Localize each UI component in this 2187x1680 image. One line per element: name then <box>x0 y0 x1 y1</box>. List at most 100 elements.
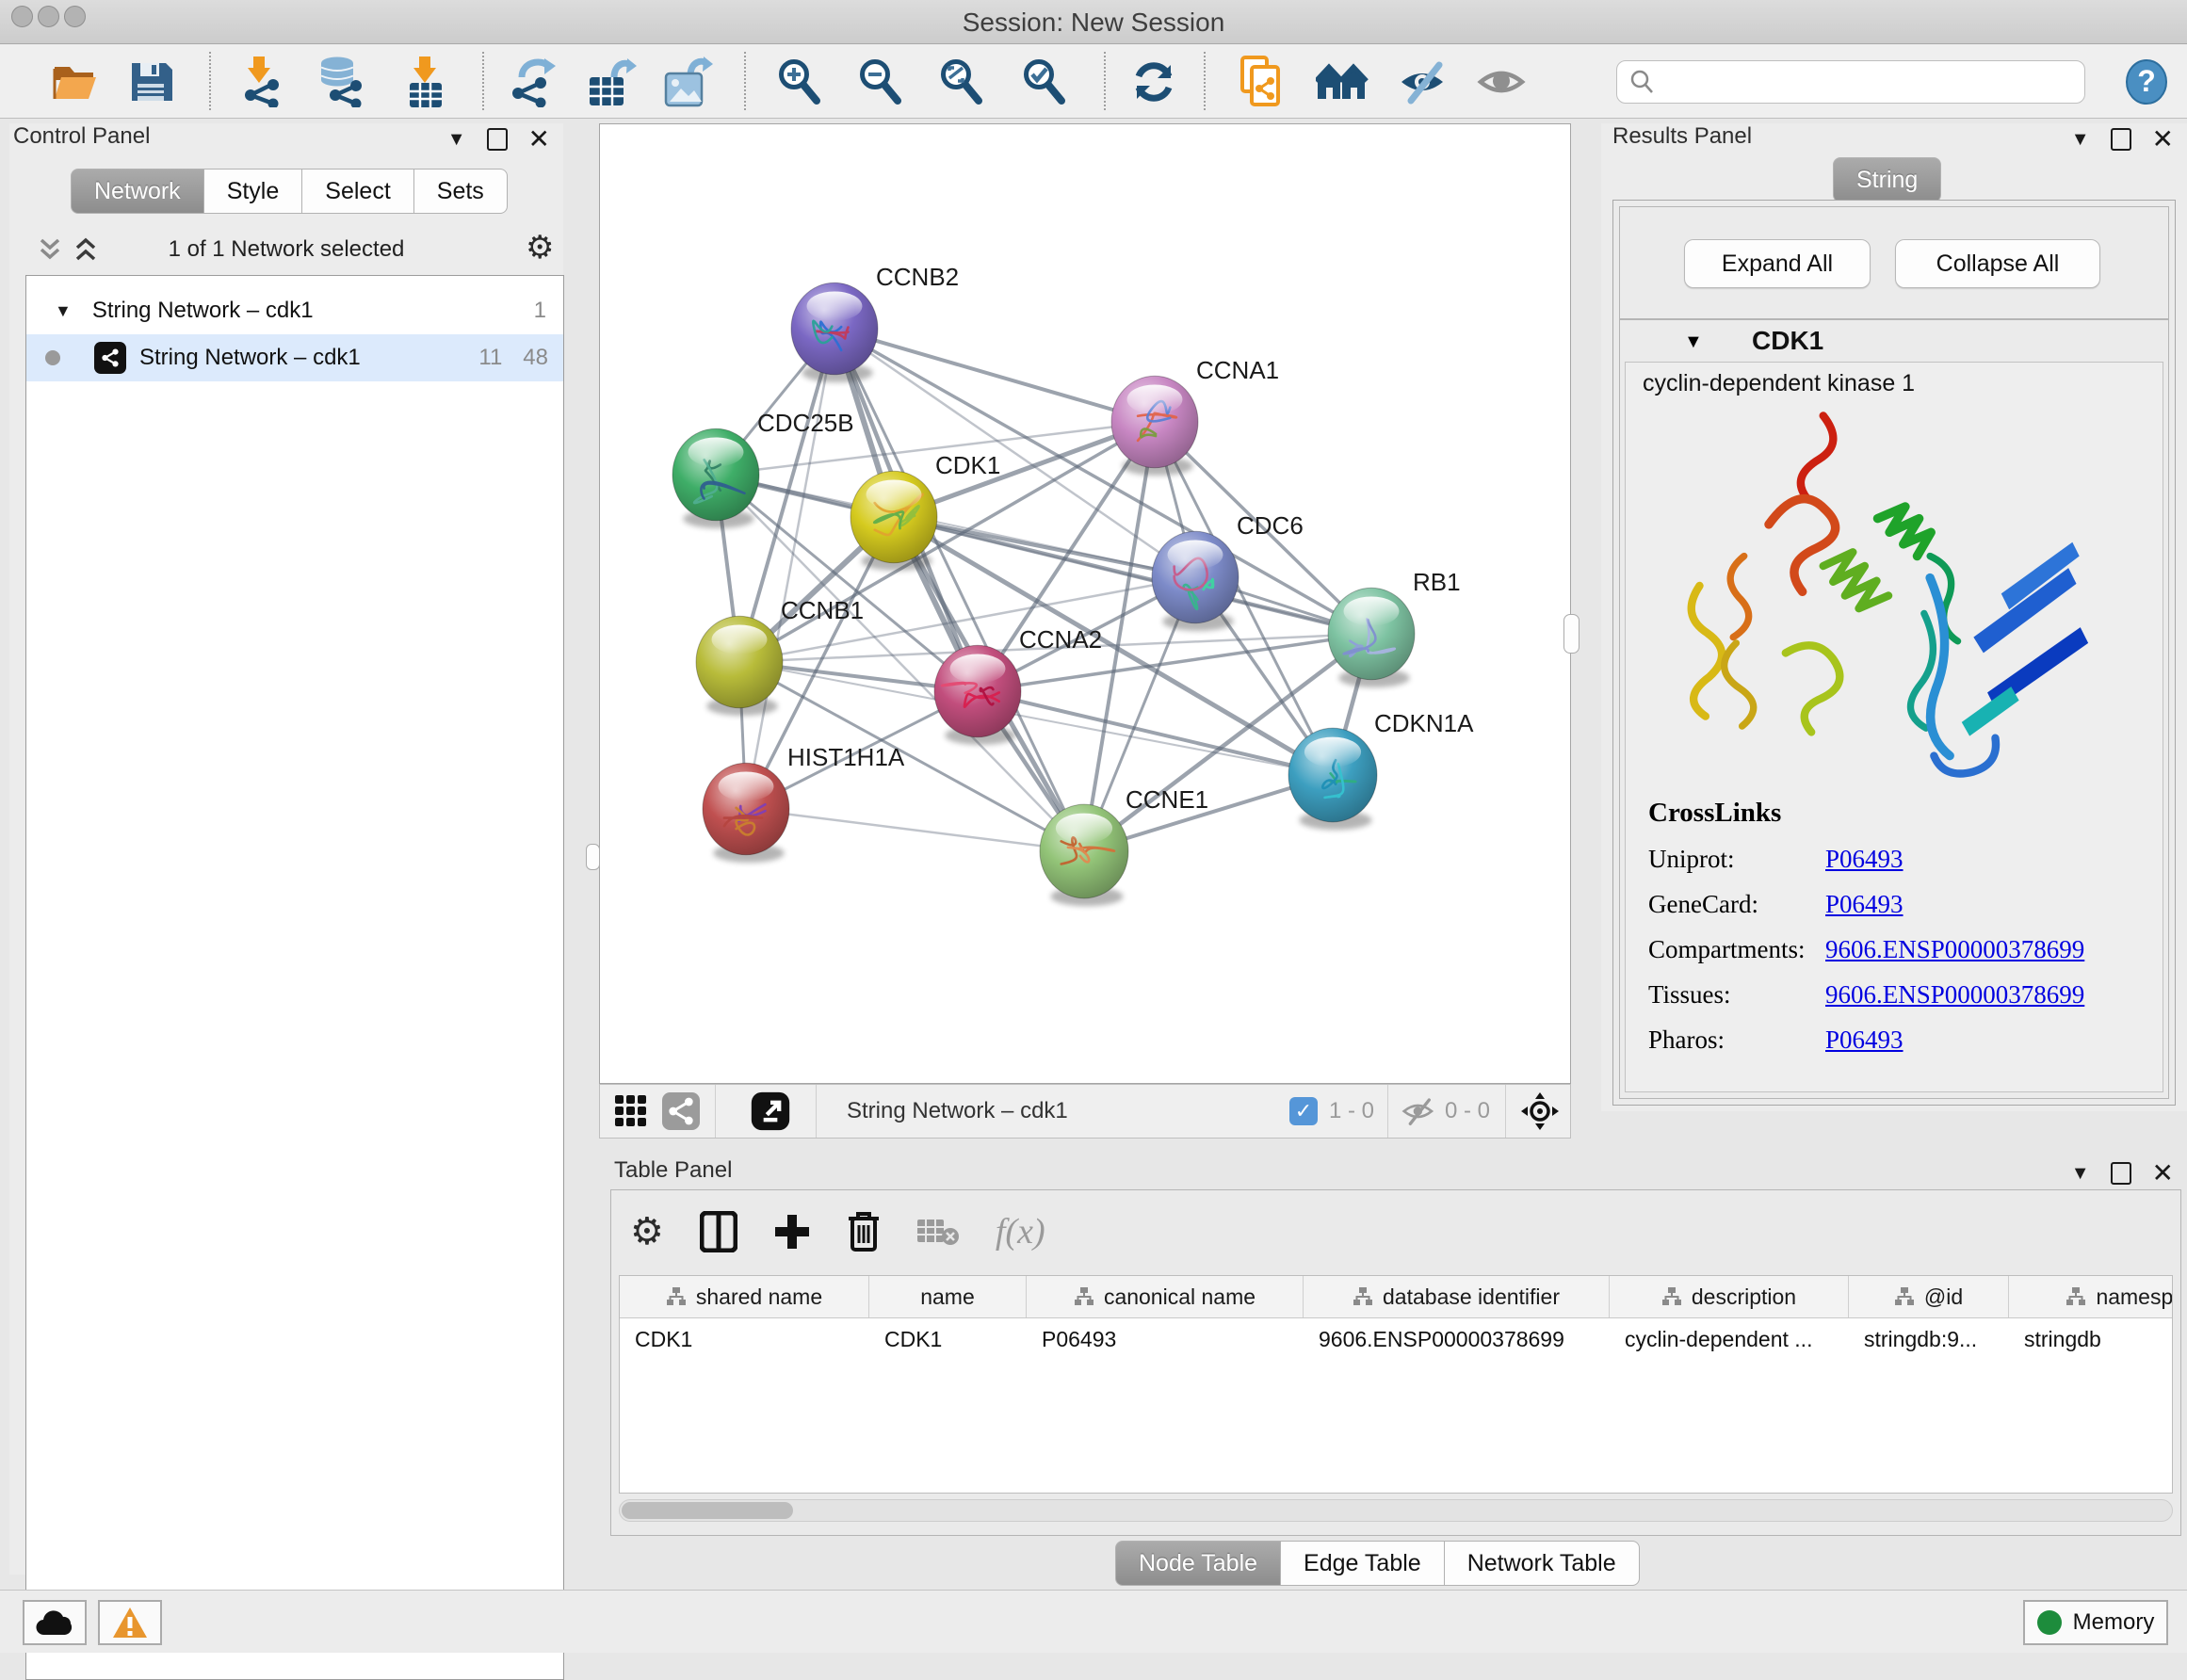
crosslink-link[interactable]: P06493 <box>1825 845 1904 874</box>
import-table-file-button[interactable] <box>399 57 450 107</box>
network-row[interactable]: String Network – cdk1 11 48 <box>26 334 563 381</box>
table-settings-gear-icon[interactable]: ⚙ <box>630 1210 664 1253</box>
column-header-label: canonical name <box>1104 1284 1256 1310</box>
panel-close-icon[interactable]: ✕ <box>2152 126 2174 153</box>
cloud-button[interactable] <box>23 1600 87 1645</box>
selected-checkbox-icon[interactable]: ✓ <box>1289 1097 1318 1125</box>
column-header-description[interactable]: description <box>1610 1276 1849 1317</box>
table-cell[interactable]: stringdb <box>2009 1318 2173 1360</box>
column-header-database-identifier[interactable]: database identifier <box>1304 1276 1610 1317</box>
panel-menu-icon[interactable]: ▼ <box>2071 130 2090 149</box>
table-row[interactable]: CDK1CDK1P064939606.ENSP00000378699cyclin… <box>620 1318 2172 1360</box>
column-header-label: description <box>1692 1284 1796 1310</box>
tab-string[interactable]: String <box>1833 157 1941 202</box>
add-column-plus-icon[interactable] <box>773 1213 811 1251</box>
search-field[interactable] <box>1616 60 2085 104</box>
grid-view-icon[interactable] <box>613 1093 649 1129</box>
search-input[interactable] <box>1657 68 2084 96</box>
network-collection-row[interactable]: ▼ String Network – cdk1 1 <box>26 287 563 334</box>
column-header-canonical-name[interactable]: canonical name <box>1027 1276 1304 1317</box>
network-node-CDC25B[interactable] <box>672 428 759 528</box>
tab-node-table[interactable]: Node Table <box>1115 1541 1281 1586</box>
detach-view-icon[interactable] <box>750 1090 791 1132</box>
tab-style[interactable]: Style <box>204 169 303 214</box>
export-image-button[interactable] <box>662 57 713 107</box>
column-header-shared-name[interactable]: shared name <box>620 1276 869 1317</box>
network-node-CCNA1[interactable] <box>1111 376 1198 476</box>
panel-close-icon[interactable]: ✕ <box>528 126 550 153</box>
table-cell[interactable]: CDK1 <box>869 1318 1027 1360</box>
table-horizontal-scrollbar[interactable] <box>619 1499 2173 1522</box>
tab-network[interactable]: Network <box>71 169 204 214</box>
clone-network-button[interactable] <box>1236 57 1287 107</box>
panel-menu-icon[interactable]: ▼ <box>2071 1164 2090 1183</box>
network-options-gear-icon[interactable]: ⚙ <box>526 229 554 267</box>
show-hidden-button[interactable] <box>1477 57 1528 107</box>
panel-float-icon[interactable] <box>487 128 508 151</box>
save-session-button[interactable] <box>125 57 176 107</box>
network-edge[interactable] <box>834 329 1084 851</box>
network-canvas[interactable]: CCNB2CCNA1CDC25BCDK1CDC6RB1CCNB1CCNA2CDK… <box>599 123 1571 1084</box>
apply-layout-button[interactable] <box>1128 57 1179 107</box>
help-button[interactable]: ? <box>2121 57 2172 107</box>
table-cell[interactable]: CDK1 <box>620 1318 869 1360</box>
network-node-RB1[interactable] <box>1328 588 1415 687</box>
network-node-CCNE1[interactable] <box>1040 804 1128 906</box>
scrollbar-thumb[interactable] <box>622 1502 793 1519</box>
hide-selected-button[interactable] <box>1398 57 1449 107</box>
tab-edge-table[interactable]: Edge Table <box>1281 1541 1445 1586</box>
network-node-CDC6[interactable] <box>1152 531 1239 631</box>
crosslink-link[interactable]: P06493 <box>1825 1026 1904 1055</box>
tab-network-table[interactable]: Network Table <box>1445 1541 1640 1586</box>
node-gloss <box>1304 737 1361 767</box>
export-network-button[interactable] <box>509 57 559 107</box>
splitter-handle[interactable] <box>586 844 600 870</box>
network-view-share-icon[interactable] <box>662 1092 700 1130</box>
table-cell[interactable]: 9606.ENSP00000378699 <box>1304 1318 1610 1360</box>
open-session-button[interactable] <box>50 57 101 107</box>
collapse-all-button[interactable]: Collapse All <box>1895 239 2100 288</box>
table-cell[interactable]: cyclin-dependent ... <box>1610 1318 1849 1360</box>
show-all-button[interactable] <box>1317 57 1368 107</box>
network-node-CDKN1A[interactable] <box>1288 728 1377 830</box>
splitter-handle[interactable] <box>1563 614 1580 654</box>
expand-all-button[interactable]: Expand All <box>1684 239 1871 288</box>
warnings-button[interactable] <box>98 1600 162 1645</box>
table-cell[interactable]: stringdb:9... <box>1849 1318 2009 1360</box>
crosslink-link[interactable]: 9606.ENSP00000378699 <box>1825 980 2084 1010</box>
panel-close-icon[interactable]: ✕ <box>2152 1160 2174 1187</box>
delete-column-trash-icon[interactable] <box>847 1211 881 1252</box>
gene-expander-icon[interactable]: ▼ <box>1684 331 1703 353</box>
column-header-namespac[interactable]: namespac <box>2009 1276 2173 1317</box>
table-cell[interactable]: P06493 <box>1027 1318 1304 1360</box>
network-node-CCNB1[interactable] <box>696 616 783 716</box>
column-header-@id[interactable]: @id <box>1849 1276 2009 1317</box>
network-node-CCNA2[interactable] <box>934 645 1021 745</box>
zoom-selected-button[interactable] <box>1019 57 1070 107</box>
tab-sets[interactable]: Sets <box>414 169 508 214</box>
export-table-button[interactable] <box>586 57 637 107</box>
zoom-fit-button[interactable] <box>936 57 987 107</box>
import-network-database-button[interactable] <box>316 57 366 107</box>
crosslink-link[interactable]: 9606.ENSP00000378699 <box>1825 935 2084 964</box>
memory-button[interactable]: Memory <box>2023 1600 2168 1645</box>
crosslink-link[interactable]: P06493 <box>1825 890 1904 919</box>
network-node-CDK1[interactable] <box>850 471 937 571</box>
network-edge[interactable] <box>746 809 1084 851</box>
collection-expander-icon[interactable]: ▼ <box>55 301 72 321</box>
column-header-name[interactable]: name <box>869 1276 1027 1317</box>
panel-menu-icon[interactable]: ▼ <box>447 130 466 149</box>
panel-float-icon[interactable] <box>2111 128 2131 151</box>
network-edge[interactable] <box>746 329 834 809</box>
zoom-in-button[interactable] <box>774 57 825 107</box>
panel-float-icon[interactable] <box>2111 1162 2131 1185</box>
network-edge[interactable] <box>834 329 1155 422</box>
import-network-file-button[interactable] <box>236 57 287 107</box>
show-columns-icon[interactable] <box>700 1211 737 1252</box>
tab-select[interactable]: Select <box>302 169 413 214</box>
node-table[interactable]: shared namename canonical name database id… <box>619 1275 2173 1494</box>
birdseye-crosshair-icon[interactable] <box>1519 1090 1561 1132</box>
network-node-HIST1H1A[interactable] <box>703 763 789 863</box>
zoom-out-button[interactable] <box>855 57 906 107</box>
table-container: ⚙ f(x) shared namenamecanonical namedata… <box>610 1189 2181 1536</box>
